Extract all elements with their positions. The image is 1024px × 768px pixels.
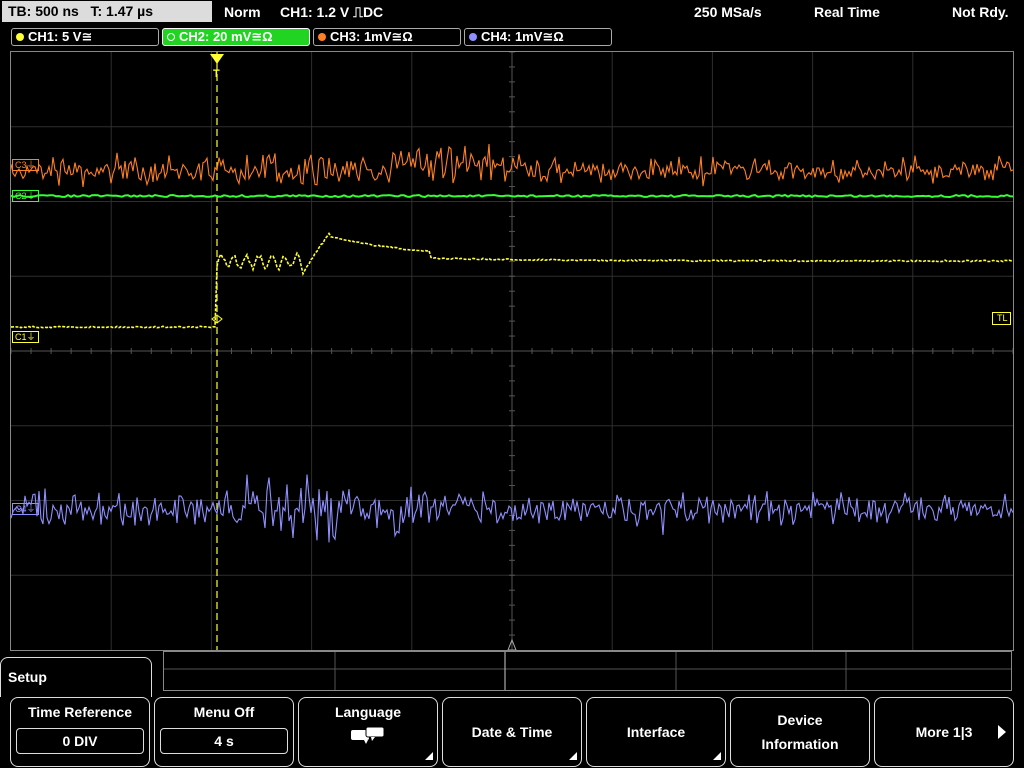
ch2-offset-marker[interactable]: C2⏚ [12, 190, 39, 202]
ch4-label: CH4: 1mV≅Ω [481, 29, 564, 44]
ch1-color-icon [16, 33, 24, 41]
ch1-label: CH1: 5 V≅ [28, 29, 93, 44]
device-information-label-line2: Information [761, 736, 839, 752]
ch4-offset-marker[interactable]: C4⏚ [12, 503, 39, 515]
date-time-softkey[interactable]: Date & Time [442, 697, 582, 767]
ch3-color-icon [318, 33, 326, 41]
trigger-position-marker [210, 54, 224, 64]
ch2-color-icon [167, 33, 175, 41]
ch1-offset-marker[interactable]: C1⏚ [12, 331, 39, 343]
channel-tab-ch1[interactable]: CH1: 5 V≅ [11, 28, 159, 46]
menu-off-value: 4 s [160, 728, 288, 754]
waveform-plot: T [11, 52, 1013, 650]
trigger-point-label: T [213, 68, 220, 80]
graticule-grid [11, 52, 1013, 650]
speech-bubbles-icon [351, 726, 385, 744]
interface-label: Interface [626, 724, 686, 740]
ch3-offset-marker[interactable]: C3⏚ [12, 159, 39, 171]
language-softkey[interactable]: Language [298, 697, 438, 767]
menu-title: Setup [8, 669, 47, 685]
trigger-time-readout: T: 1.47 µs [90, 3, 154, 19]
lower-panel-grid [164, 652, 1011, 690]
submenu-indicator-icon [425, 752, 433, 760]
channel-tab-ch4[interactable]: CH4: 1mV≅Ω [464, 28, 612, 46]
ch2-waveform [11, 193, 1013, 199]
status-bar: TB: 500 ns T: 1.47 µs Norm CH1: 1.2 V ⎍D… [0, 0, 1024, 24]
channel-tab-ch3[interactable]: CH3: 1mV≅Ω [313, 28, 461, 46]
lower-display-panel [163, 651, 1012, 691]
submenu-indicator-icon [713, 752, 721, 760]
more-label: More 1|3 [915, 724, 973, 740]
device-information-label-line1: Device [777, 712, 823, 728]
trigger-source[interactable]: CH1: 1.2 V ⎍DC [280, 3, 383, 21]
ch2-label: CH2: 20 mV≅Ω [179, 29, 273, 44]
ch4-color-icon [469, 33, 477, 41]
trigger-level-marker[interactable]: TL [992, 312, 1011, 325]
time-reference-value: 0 DIV [16, 728, 144, 754]
timebase-box[interactable]: TB: 500 ns T: 1.47 µs [2, 1, 212, 22]
time-reference-softkey[interactable]: Time Reference 0 DIV [10, 697, 150, 767]
language-label: Language [334, 704, 402, 720]
arrow-right-icon [998, 725, 1006, 739]
trigger-mode[interactable]: Norm [224, 3, 261, 21]
menu-off-label: Menu Off [193, 704, 255, 720]
acquisition-mode: Real Time [814, 4, 880, 20]
channel-tab-ch2[interactable]: CH2: 20 mV≅Ω [162, 28, 310, 46]
waveform-display[interactable]: T C3⏚ C2⏚ C1⏚ C4⏚ TL [10, 51, 1014, 651]
submenu-indicator-icon [569, 752, 577, 760]
menu-off-softkey[interactable]: Menu Off 4 s [154, 697, 294, 767]
acquisition-state: Not Rdy. [952, 4, 1009, 20]
date-time-label: Date & Time [471, 724, 553, 740]
interface-softkey[interactable]: Interface [586, 697, 726, 767]
more-softkey[interactable]: More 1|3 [874, 697, 1014, 767]
device-information-softkey[interactable]: Device Information [730, 697, 870, 767]
ch3-label: CH3: 1mV≅Ω [330, 29, 413, 44]
sample-rate: 250 MSa/s [694, 4, 762, 20]
timebase-readout: TB: 500 ns [8, 3, 79, 19]
time-reference-label: Time Reference [27, 704, 132, 720]
